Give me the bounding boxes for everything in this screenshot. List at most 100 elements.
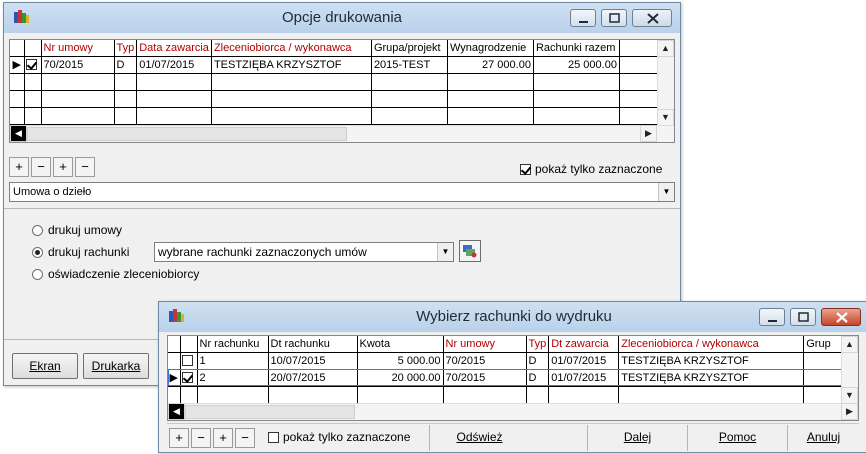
row-checkbox[interactable] <box>181 355 193 367</box>
radio-print-bills[interactable]: drukuj rachunki <box>32 245 129 259</box>
document-type-value: Umowa o dzieło <box>13 186 92 198</box>
col-grupa[interactable]: Grupa/projekt <box>371 40 448 57</box>
cell-rachunki: 25 000.00 <box>533 56 620 74</box>
row-checkbox[interactable] <box>181 372 193 384</box>
record-navigator: + − + − <box>169 426 257 450</box>
col-nr-umowy[interactable]: Nr umowy <box>443 336 527 353</box>
screen-button[interactable]: Ekran <box>12 353 78 379</box>
cell-nr-umowy: 70/2015 <box>443 352 527 370</box>
radio-label: drukuj umowy <box>48 223 123 237</box>
horizontal-scrollbar[interactable]: ◀ ▶ <box>10 125 674 142</box>
cell-nr-rachunku: 2 <box>197 369 269 387</box>
record-navigator: + − + − <box>9 155 97 179</box>
bottom-toolbar: + − + − pokaż tylko zaznaczone Odśwież D… <box>167 423 859 451</box>
radio-button[interactable] <box>32 268 43 280</box>
cancel-button[interactable]: Anuluj <box>787 425 859 451</box>
delete-record-button[interactable]: − <box>191 428 211 448</box>
show-only-checked-option[interactable]: pokaż tylko zaznaczone <box>267 430 410 444</box>
scroll-down-icon[interactable]: ▼ <box>841 387 858 404</box>
cell-zleceniobiorca: TESTZIĘBA KRZYSZTOF <box>618 352 805 370</box>
remove-record-button[interactable]: − <box>235 428 255 448</box>
cell-grupa: 2015-TEST <box>371 56 448 74</box>
col-typ[interactable]: Typ <box>114 40 138 57</box>
row-indicator-icon: ▶ <box>168 369 181 387</box>
col-kwota[interactable]: Kwota <box>357 336 444 353</box>
cell-kwota: 5 000.00 <box>357 352 444 370</box>
next-button-label: Dalej <box>623 430 652 444</box>
scroll-right-icon[interactable]: ▶ <box>841 403 858 420</box>
minimize-button[interactable] <box>570 9 596 27</box>
show-only-checked-label: pokaż tylko zaznaczone <box>283 430 411 444</box>
col-wynagrodzenie[interactable]: Wynagrodzenie <box>447 40 534 57</box>
col-dt-zawarcia[interactable]: Dt zawarcia <box>548 336 620 353</box>
table-row[interactable]: 1 10/07/2015 5 000.00 70/2015 D 01/07/20… <box>168 352 845 370</box>
refresh-button-label: Odśwież <box>456 430 503 444</box>
close-button[interactable] <box>632 9 672 27</box>
remove-record-button[interactable]: − <box>75 157 95 177</box>
chevron-down-icon[interactable]: ▼ <box>437 243 453 261</box>
window-body: Nr rachunku Dt rachunku Kwota Nr umowy T… <box>159 332 866 452</box>
printer-button[interactable]: Drukarka <box>83 353 149 379</box>
radio-print-contracts[interactable]: drukuj umowy <box>32 223 122 237</box>
refresh-button[interactable]: Odśwież <box>429 425 529 451</box>
scroll-right-icon[interactable]: ▶ <box>640 125 657 142</box>
scroll-left-icon[interactable]: ◀ <box>10 125 27 142</box>
delete-record-button[interactable]: − <box>31 157 51 177</box>
empty-row <box>10 90 665 108</box>
bills-grid[interactable]: Nr rachunku Dt rachunku Kwota Nr umowy T… <box>167 335 859 421</box>
maximize-button[interactable] <box>601 9 627 27</box>
scroll-thumb[interactable] <box>185 405 355 419</box>
printer-button-label: Drukarka <box>91 359 141 373</box>
table-row[interactable]: ▶ 2 20/07/2015 20 000.00 70/2015 D 01/07… <box>168 369 845 387</box>
show-only-checked-checkbox[interactable] <box>520 163 531 175</box>
bills-selector[interactable]: wybrane rachunki zaznaczonych umów ▼ <box>154 242 454 262</box>
col-zleceniobiorca[interactable]: Zleceniobiorca / wykonawca <box>211 40 372 57</box>
next-button[interactable]: Dalej <box>587 425 687 451</box>
bills-options-button[interactable] <box>459 240 481 262</box>
minimize-button[interactable] <box>759 308 785 326</box>
vertical-scrollbar[interactable]: ▲ ▼ <box>841 336 858 404</box>
radio-button[interactable] <box>32 246 43 258</box>
scroll-up-icon[interactable]: ▲ <box>841 336 858 353</box>
add-record-button[interactable]: + <box>9 157 29 177</box>
document-type-select[interactable]: Umowa o dzieło ▼ <box>9 182 675 202</box>
insert-record-button[interactable]: + <box>53 157 73 177</box>
title-bar[interactable]: Opcje drukowania <box>4 3 680 33</box>
table-row[interactable]: ▶ 70/2015 D 01/07/2015 TESTZIĘBA KRZYSZT… <box>10 56 665 74</box>
scroll-left-icon[interactable]: ◀ <box>168 403 185 420</box>
col-nr-rachunku[interactable]: Nr rachunku <box>197 336 269 353</box>
cell-dt-rachunku: 20/07/2015 <box>268 369 358 387</box>
col-grupa[interactable]: Grup <box>803 336 845 353</box>
col-rachunki[interactable]: Rachunki razem <box>533 40 620 57</box>
vertical-scrollbar[interactable]: ▲ ▼ <box>657 40 674 126</box>
options-divider <box>4 208 680 209</box>
row-checkbox[interactable] <box>25 59 37 71</box>
scroll-up-icon[interactable]: ▲ <box>657 40 674 57</box>
col-typ[interactable]: Typ <box>526 336 550 353</box>
col-zleceniobiorca[interactable]: Zleceniobiorca / wykonawca <box>618 336 805 353</box>
contracts-grid[interactable]: Nr umowy Typ Data zawarcia Zleceniobiorc… <box>9 39 675 143</box>
title-bar[interactable]: Wybierz rachunki do wydruku <box>159 302 866 332</box>
col-data-zawarcia[interactable]: Data zawarcia <box>136 40 212 57</box>
radio-button[interactable] <box>32 224 43 236</box>
cell-kwota: 20 000.00 <box>357 369 444 387</box>
insert-record-button[interactable]: + <box>213 428 233 448</box>
close-button[interactable] <box>821 308 861 326</box>
indicator-header <box>10 40 25 57</box>
cell-data: 01/07/2015 <box>136 56 212 74</box>
show-only-checked-checkbox[interactable] <box>268 431 279 443</box>
maximize-button[interactable] <box>790 308 816 326</box>
col-dt-rachunku[interactable]: Dt rachunku <box>268 336 358 353</box>
cell-dt-zawarcia: 01/07/2015 <box>548 352 620 370</box>
add-record-button[interactable]: + <box>169 428 189 448</box>
show-only-checked-option[interactable]: pokaż tylko zaznaczone <box>519 162 662 176</box>
chevron-down-icon[interactable]: ▼ <box>658 183 674 201</box>
col-nr-umowy[interactable]: Nr umowy <box>41 40 115 57</box>
radio-declaration[interactable]: oświadczenie zleceniobiorcy <box>32 267 199 281</box>
scroll-down-icon[interactable]: ▼ <box>657 109 674 126</box>
help-button[interactable]: Pomoc <box>687 425 787 451</box>
cell-nr-rachunku: 1 <box>197 352 269 370</box>
scroll-thumb[interactable] <box>27 127 347 141</box>
row-indicator-icon: ▶ <box>10 56 25 74</box>
horizontal-scrollbar[interactable]: ◀ ▶ <box>168 403 858 420</box>
